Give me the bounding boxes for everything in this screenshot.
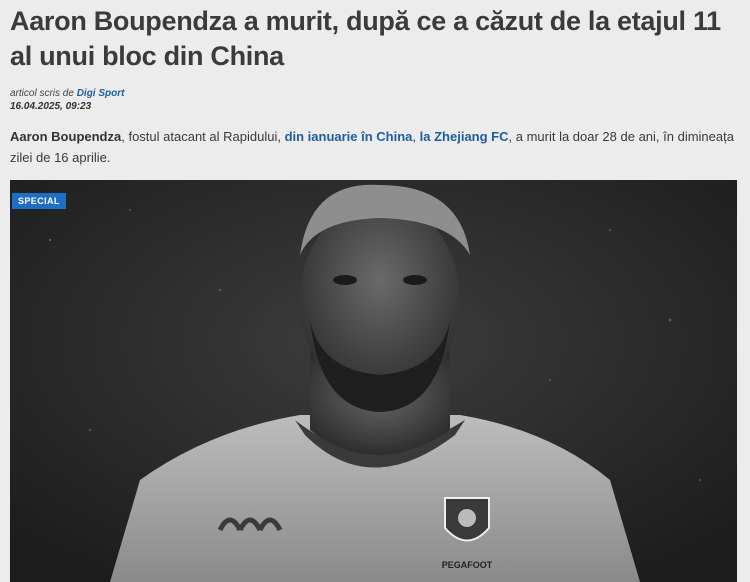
article-page: Aaron Boupendza a murit, după ce a căzut… — [0, 0, 750, 582]
article-title: Aaron Boupendza a murit, după ce a căzut… — [10, 6, 721, 71]
article-byline: articol scris de Digi Sport 16.04.2025, … — [10, 87, 124, 113]
publish-date: 16.04.2025, 09:23 — [10, 101, 92, 112]
lead-text-1: , fostul atacant al Rapidului, — [121, 129, 285, 144]
lead-sep: , — [412, 129, 420, 144]
special-badge: SPECIAL — [12, 193, 66, 209]
lead-player-name: Aaron Boupendza — [10, 129, 122, 144]
article-lead: Aaron Boupendza, fostul atacant al Rapid… — [10, 126, 740, 168]
article-photo[interactable]: PEGAFOOT — [10, 180, 737, 582]
club-crest-icon — [444, 497, 490, 542]
byline-prefix: articol scris de — [10, 88, 77, 99]
author-link[interactable]: Digi Sport — [77, 88, 125, 99]
lead-link-china[interactable]: din ianuarie în China — [285, 129, 413, 144]
player-photo-illustration: PEGAFOOT — [10, 180, 737, 582]
jersey-sponsor-text: PEGAFOOT — [442, 560, 493, 570]
lead-link-zhejiang[interactable]: la Zhejiang FC — [420, 129, 509, 144]
